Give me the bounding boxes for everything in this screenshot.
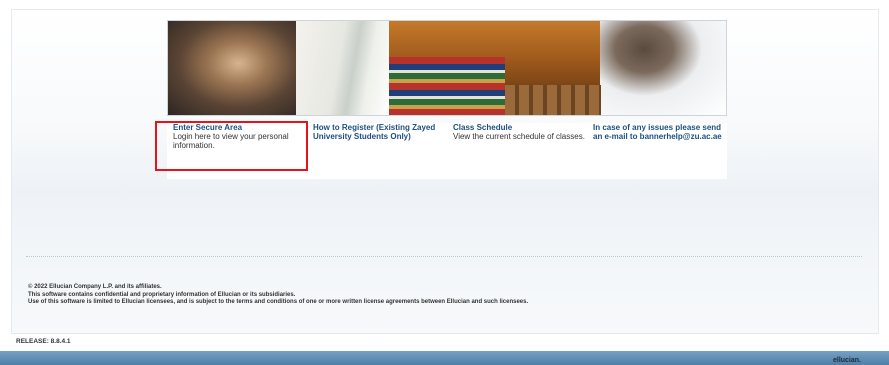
bottom-bar: ellucian. [0,351,889,365]
ellucian-logo: ellucian. [832,357,861,364]
class-schedule-link[interactable]: Class Schedule [453,123,587,132]
highlight-box [155,121,308,171]
release-version: RELEASE: 8.8.4.1 [16,338,71,345]
whiteboard-photo [295,21,390,115]
library-photo [389,21,602,115]
divider [26,256,862,257]
license-line: Use of this software is limited to Elluc… [28,299,529,305]
student-photo [168,21,296,115]
copyright-footer: © 2022 Ellucian Company L.P. and its aff… [28,284,528,307]
page: Enter Secure Area Login here to view you… [0,0,889,365]
how-to-register[interactable]: How to Register (Existing Zayed Universi… [307,123,447,179]
books-photo [389,57,506,115]
copyright-line: © 2022 Ellucian Company L.P. and its aff… [28,284,162,290]
banner-images [167,20,727,116]
classroom-desks-photo [505,85,602,115]
support-contact[interactable]: In case of any issues please send an e-m… [587,123,727,179]
confidential-line: This software contains confidential and … [28,291,296,298]
male-student-photo [600,21,726,115]
support-email-link[interactable]: In case of any issues please send an e-m… [593,123,727,141]
how-to-register-link[interactable]: How to Register (Existing Zayed Universi… [313,123,447,141]
class-schedule[interactable]: Class Schedule View the current schedule… [447,123,587,179]
class-schedule-description: View the current schedule of classes. [453,132,585,141]
